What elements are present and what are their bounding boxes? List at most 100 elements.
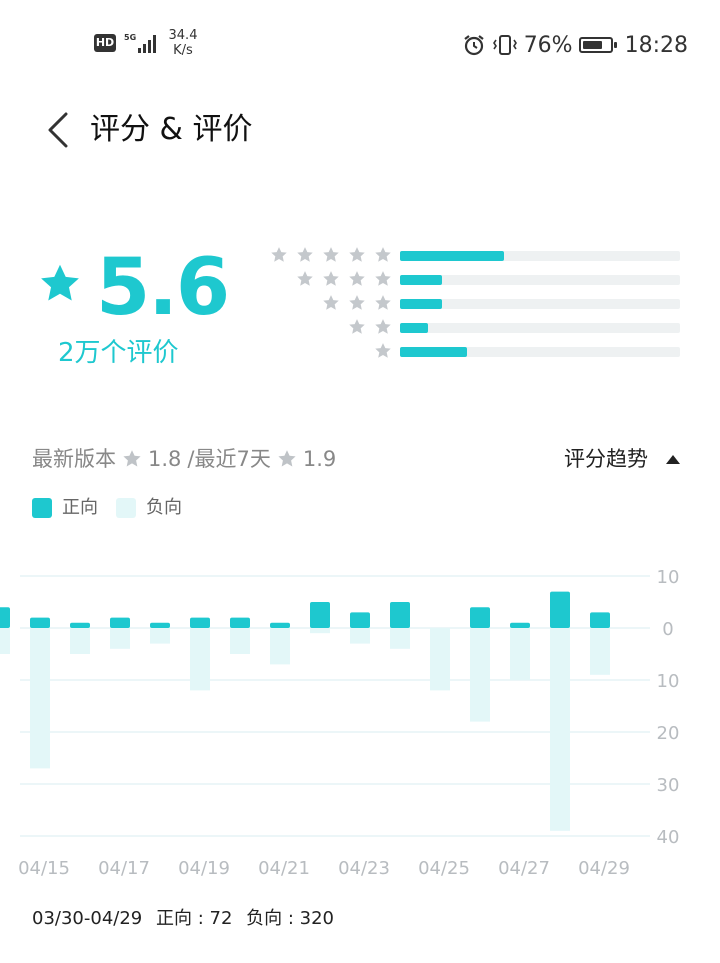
- x-tick-label: 04/17: [98, 858, 150, 879]
- clock: 18:28: [624, 32, 688, 58]
- negative-swatch: [116, 498, 136, 518]
- battery-percent: 76%: [523, 32, 573, 58]
- star-icon: [278, 450, 296, 467]
- positive-bar: [150, 622, 170, 628]
- positive-bar: [310, 602, 330, 628]
- distribution-row-3-star: [258, 294, 688, 314]
- distribution-stars: [374, 342, 392, 362]
- summary-negative-label: 负向 :: [246, 908, 300, 929]
- positive-bar: [550, 591, 570, 628]
- recent-7days-score: 1.9: [302, 447, 337, 471]
- distribution-stars: [270, 246, 392, 266]
- distribution-bar-fill: [400, 299, 442, 309]
- distribution-bar: [400, 299, 680, 309]
- distribution-bar: [400, 251, 680, 261]
- negative-bar: [150, 628, 170, 644]
- y-tick-label: 10: [657, 567, 680, 588]
- positive-bar: [510, 622, 530, 628]
- negative-bar: [110, 628, 130, 649]
- distribution-bar: [400, 347, 680, 357]
- rating-trend-toggle[interactable]: 评分趋势: [564, 444, 680, 474]
- back-arrow-icon[interactable]: [42, 108, 76, 152]
- star-icon: [323, 295, 339, 310]
- negative-bar: [310, 628, 330, 634]
- distribution-stars: [322, 294, 392, 314]
- positive-bar: [470, 607, 490, 628]
- star-icon: [297, 247, 313, 262]
- rating-trend-chart: 10 0 10 20 30 40 04/15 04/17 04/19 04/21 04/23 04/2…: [0, 567, 680, 879]
- distribution-row-1-star: [258, 342, 688, 362]
- triangle-up-icon: [666, 454, 680, 464]
- star-icon: [349, 247, 365, 262]
- net-speed-value: 34.4: [168, 28, 198, 43]
- rating-star-icon: [41, 264, 79, 301]
- star-icon: [297, 271, 313, 286]
- negative-bar: [230, 628, 250, 654]
- negative-bar: [350, 628, 370, 644]
- chart-legend: 正向 负向: [32, 496, 182, 520]
- positive-bar: [190, 617, 210, 628]
- summary-positive-label: 正向 :: [155, 908, 210, 929]
- negative-bar: [590, 628, 610, 675]
- status-right: 76% 18:28: [462, 30, 688, 60]
- negative-bar: [510, 628, 530, 680]
- alarm-icon: [464, 35, 484, 56]
- legend-positive: 正向: [62, 497, 98, 518]
- y-tick-label: 40: [657, 827, 680, 848]
- negative-bar: [390, 628, 410, 649]
- star-icon: [375, 271, 391, 286]
- positive-swatch: [32, 498, 52, 518]
- y-tick-label: 20: [657, 723, 680, 744]
- positive-bar: [30, 617, 50, 628]
- x-tick-label: 04/25: [418, 858, 470, 879]
- star-icon: [349, 319, 365, 334]
- distribution-row-2-star: [258, 318, 688, 338]
- x-tick-label: 04/21: [258, 858, 310, 879]
- summary-positive-count: 72: [209, 908, 233, 929]
- x-tick-label: 04/19: [178, 858, 230, 879]
- x-tick-label: 04/15: [18, 858, 70, 879]
- x-tick-label: 04/29: [578, 858, 630, 879]
- distribution-bar: [400, 323, 680, 333]
- net-speed: 34.4 K/s: [166, 28, 200, 58]
- positive-bar: [390, 602, 410, 628]
- battery-fill: [582, 41, 603, 49]
- distribution-stars: [296, 270, 392, 290]
- net-speed-unit: K/s: [173, 43, 193, 58]
- positive-bar: [70, 622, 90, 628]
- positive-bar: [110, 617, 130, 628]
- distribution-bar: [400, 275, 680, 285]
- x-tick-label: 04/23: [338, 858, 390, 879]
- y-tick-label: 30: [657, 775, 680, 796]
- star-icon: [123, 450, 141, 467]
- status-bar: HD 5G 34.4 K/s 76% 18:28: [0, 0, 720, 88]
- rating-count: 2万个评价: [58, 338, 179, 368]
- star-icon: [375, 295, 391, 310]
- star-icon: [323, 271, 339, 286]
- positive-bar: [590, 612, 610, 628]
- distribution-bar-fill: [400, 347, 468, 357]
- distribution-bar-fill: [400, 275, 442, 285]
- summary-range: 03/30-04/29: [32, 908, 143, 929]
- distribution-row-5-star: [258, 246, 688, 266]
- summary-footer: 03/30-04/29 正向 : 72 负向 : 320: [32, 906, 334, 932]
- positive-bar: [230, 617, 250, 628]
- negative-bar: [270, 628, 290, 665]
- star-icon: [375, 319, 391, 334]
- star-icon: [375, 343, 391, 358]
- rating-trend-label: 评分趋势: [564, 447, 648, 471]
- star-icon: [349, 271, 365, 286]
- negative-bar: [550, 628, 570, 831]
- star-icon: [271, 247, 287, 262]
- rating-score: 5.6: [96, 243, 230, 333]
- y-tick-label: 10: [657, 671, 680, 692]
- legend-negative: 负向: [146, 497, 182, 518]
- x-tick-label: 04/27: [498, 858, 550, 879]
- distribution-bar-fill: [400, 323, 428, 333]
- summary-negative-count: 320: [299, 908, 335, 929]
- version-score-line: 最新版本 1.8 /最近7天 1.9: [32, 444, 336, 474]
- signal-icon: 5G: [124, 33, 156, 53]
- negative-bar: [430, 628, 450, 691]
- positive-bar: [350, 612, 370, 628]
- star-icon: [349, 295, 365, 310]
